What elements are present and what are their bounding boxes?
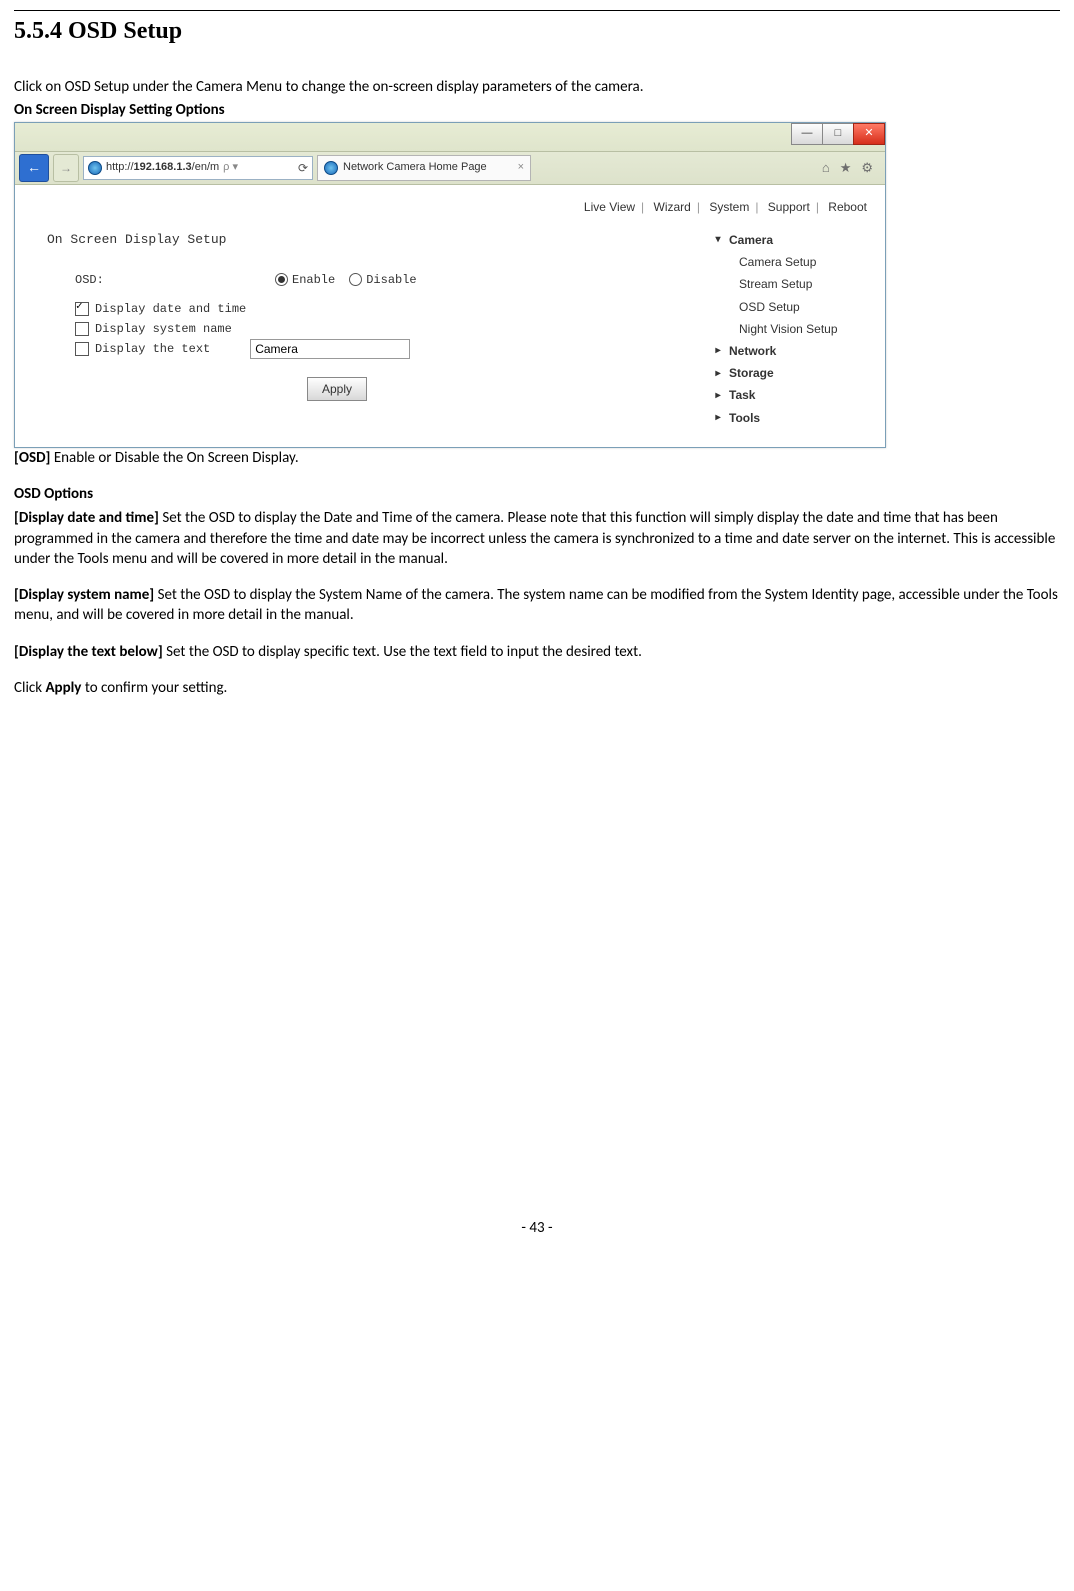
window-minimize-button[interactable]: — — [791, 123, 822, 145]
desc-display-system-name: [Display system name] Set the OSD to dis… — [14, 585, 1060, 626]
side-camera[interactable]: ▾ Camera — [713, 229, 873, 251]
search-dropdown-icon[interactable]: ρ ▾ — [223, 160, 238, 175]
osd-disable-radio[interactable] — [349, 273, 362, 286]
display-text-checkbox[interactable] — [75, 342, 89, 356]
nav-system[interactable]: System — [709, 200, 749, 214]
window-close-button[interactable]: ✕ — [853, 123, 885, 145]
chevron-right-icon: ▸ — [713, 344, 723, 358]
side-nav: ▾ Camera Camera Setup Stream Setup OSD S… — [713, 225, 873, 429]
display-date-checkbox[interactable] — [75, 302, 89, 316]
tab-close-icon[interactable]: × — [518, 160, 524, 175]
settings-icon[interactable]: ⚙ — [861, 159, 873, 177]
browser-forward-button[interactable]: → — [53, 154, 79, 182]
home-icon[interactable]: ⌂ — [822, 159, 830, 177]
page-number: - 43 - — [14, 1218, 1060, 1238]
panel-title: On Screen Display Setup — [47, 231, 693, 249]
side-storage[interactable]: ▸ Storage — [713, 362, 873, 384]
side-tools[interactable]: ▸ Tools — [713, 407, 873, 429]
setting-options-heading: On Screen Display Setting Options — [14, 100, 1060, 120]
url-text: http://192.168.1.3/en/m — [106, 160, 219, 175]
osd-label: OSD: — [47, 272, 275, 288]
nav-wizard[interactable]: Wizard — [654, 200, 691, 214]
side-osd-setup[interactable]: OSD Setup — [713, 296, 873, 318]
chevron-right-icon: ▸ — [713, 389, 723, 403]
display-date-label: Display date and time — [95, 301, 246, 317]
osd-disable-label: Disable — [366, 272, 416, 288]
page-top-nav: Live View| Wizard| System| Support| Rebo… — [27, 193, 873, 225]
chevron-right-icon: ▸ — [713, 367, 723, 381]
browser-tab[interactable]: Network Camera Home Page × — [317, 155, 531, 181]
window-titlebar: — □ ✕ — [15, 123, 885, 152]
desc-display-text: [Display the text below] Set the OSD to … — [14, 642, 1060, 662]
refresh-icon[interactable]: ⟳ — [298, 160, 308, 176]
window-maximize-button[interactable]: □ — [822, 123, 853, 145]
favorites-icon[interactable]: ★ — [840, 159, 852, 177]
display-system-name-checkbox[interactable] — [75, 322, 89, 336]
screenshot-window: — □ ✕ ← → http://192.168.1.3/en/m ρ ▾ ⟳ … — [14, 122, 886, 448]
nav-support[interactable]: Support — [768, 200, 810, 214]
apply-instruction: Click Apply to confirm your setting. — [14, 678, 1060, 698]
display-text-label: Display the text — [95, 341, 210, 357]
url-field[interactable]: http://192.168.1.3/en/m ρ ▾ ⟳ — [83, 156, 313, 180]
display-text-input[interactable] — [250, 339, 410, 359]
chevron-down-icon: ▾ — [713, 233, 723, 247]
nav-live-view[interactable]: Live View — [584, 200, 635, 214]
osd-enable-label: Enable — [292, 272, 335, 288]
ie-icon — [88, 161, 102, 175]
side-night-vision-setup[interactable]: Night Vision Setup — [713, 318, 873, 340]
tab-title: Network Camera Home Page — [343, 160, 487, 175]
nav-reboot[interactable]: Reboot — [828, 200, 867, 214]
osd-options-heading: OSD Options — [14, 484, 1060, 504]
desc-display-date: [Display date and time] Set the OSD to d… — [14, 508, 1060, 569]
browser-address-bar: ← → http://192.168.1.3/en/m ρ ▾ ⟳ Networ… — [15, 152, 885, 185]
tab-favicon-icon — [324, 161, 338, 175]
osd-enable-radio[interactable] — [275, 273, 288, 286]
side-network[interactable]: ▸ Network — [713, 340, 873, 362]
chevron-right-icon: ▸ — [713, 411, 723, 425]
apply-button[interactable]: Apply — [307, 377, 367, 401]
side-camera-setup[interactable]: Camera Setup — [713, 251, 873, 273]
intro-text: Click on OSD Setup under the Camera Menu… — [14, 77, 1060, 97]
section-heading: 5.5.4 OSD Setup — [14, 10, 1060, 47]
side-task[interactable]: ▸ Task — [713, 384, 873, 406]
display-system-name-label: Display system name — [95, 321, 232, 337]
desc-osd: [OSD] Enable or Disable the On Screen Di… — [14, 448, 1060, 468]
side-stream-setup[interactable]: Stream Setup — [713, 273, 873, 295]
browser-back-button[interactable]: ← — [19, 154, 49, 182]
